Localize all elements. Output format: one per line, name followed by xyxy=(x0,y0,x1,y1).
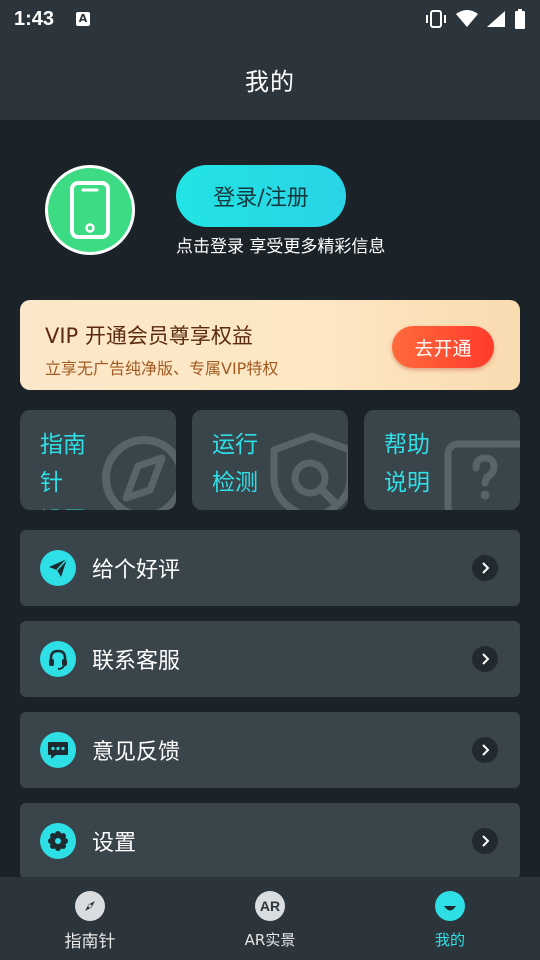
tool-label-line1: 指南针 xyxy=(40,432,86,496)
headset-icon xyxy=(40,641,76,677)
status-bar: 1:43 A xyxy=(0,0,540,38)
status-time: 1:43 xyxy=(14,7,55,30)
wifi-icon xyxy=(456,10,478,27)
menu-label: 意见反馈 xyxy=(92,740,181,765)
phone-icon xyxy=(70,181,110,239)
status-icons xyxy=(424,9,526,29)
tool-label-line2: 说明 xyxy=(384,470,430,496)
ar-icon: AR xyxy=(255,891,285,921)
vip-title: VIP 开通会员尊享权益 xyxy=(45,324,253,348)
chevron-right-icon xyxy=(472,828,498,854)
nav-label: 我的 xyxy=(434,931,465,949)
tool-label: 帮助 说明 xyxy=(384,426,444,502)
menu-item-customer-service[interactable]: 联系客服 xyxy=(20,621,520,697)
menu-item-settings[interactable]: 设置 xyxy=(20,803,520,879)
tool-label: 指南针 设置 xyxy=(40,426,100,510)
vip-subtitle: 立享无广告纯净版、专属VIP特权 xyxy=(45,359,279,378)
app-bar: 我的 xyxy=(0,38,540,120)
signal-icon xyxy=(487,11,505,27)
nav-label: 指南针 xyxy=(64,932,116,952)
send-icon xyxy=(40,550,76,586)
battery-icon xyxy=(515,9,525,29)
nav-tab-ar[interactable]: AR AR实景 xyxy=(180,877,360,960)
compass-icon xyxy=(102,436,176,510)
avatar[interactable] xyxy=(45,165,135,255)
login-register-button[interactable]: 登录/注册 xyxy=(176,165,346,227)
menu-label: 给个好评 xyxy=(92,558,181,583)
accessibility-notification-icon: A xyxy=(76,12,91,26)
chevron-right-icon xyxy=(472,646,498,672)
chat-icon xyxy=(40,732,76,768)
page-title: 我的 xyxy=(245,67,295,96)
menu-item-rate[interactable]: 给个好评 xyxy=(20,530,520,606)
tool-card-help[interactable]: 帮助 说明 xyxy=(364,410,520,510)
tool-label-line2: 检测 xyxy=(212,470,258,496)
nav-tab-compass[interactable]: 指南针 xyxy=(0,877,180,960)
tool-card-compass-settings[interactable]: 指南针 设置 xyxy=(20,410,176,510)
tool-label: 运行 检测 xyxy=(212,426,272,502)
menu-item-feedback[interactable]: 意见反馈 xyxy=(20,712,520,788)
chevron-right-icon xyxy=(472,737,498,763)
vip-activate-button[interactable]: 去开通 xyxy=(392,326,494,368)
tool-card-run-check[interactable]: 运行 检测 xyxy=(192,410,348,510)
nav-tab-mine[interactable]: 我的 xyxy=(360,877,540,960)
help-icon xyxy=(444,440,520,510)
bottom-nav: 指南针 AR AR实景 我的 xyxy=(0,877,540,960)
gear-icon xyxy=(40,823,76,859)
nav-label: AR实景 xyxy=(244,931,296,949)
chevron-right-icon xyxy=(472,555,498,581)
menu-label: 联系客服 xyxy=(92,649,181,674)
shield-search-icon xyxy=(270,432,348,510)
smile-icon xyxy=(435,891,465,921)
login-hint: 点击登录 享受更多精彩信息 xyxy=(176,237,386,257)
compass-icon xyxy=(75,891,105,921)
tool-label-line2: 设置 xyxy=(40,502,100,510)
vip-banner[interactable]: VIP 开通会员尊享权益 立享无广告纯净版、专属VIP特权 去开通 xyxy=(20,300,520,390)
tool-label-line1: 运行 xyxy=(212,432,258,458)
menu-label: 设置 xyxy=(92,831,137,856)
vibrate-icon xyxy=(426,10,446,28)
tool-label-line1: 帮助 xyxy=(384,432,430,458)
